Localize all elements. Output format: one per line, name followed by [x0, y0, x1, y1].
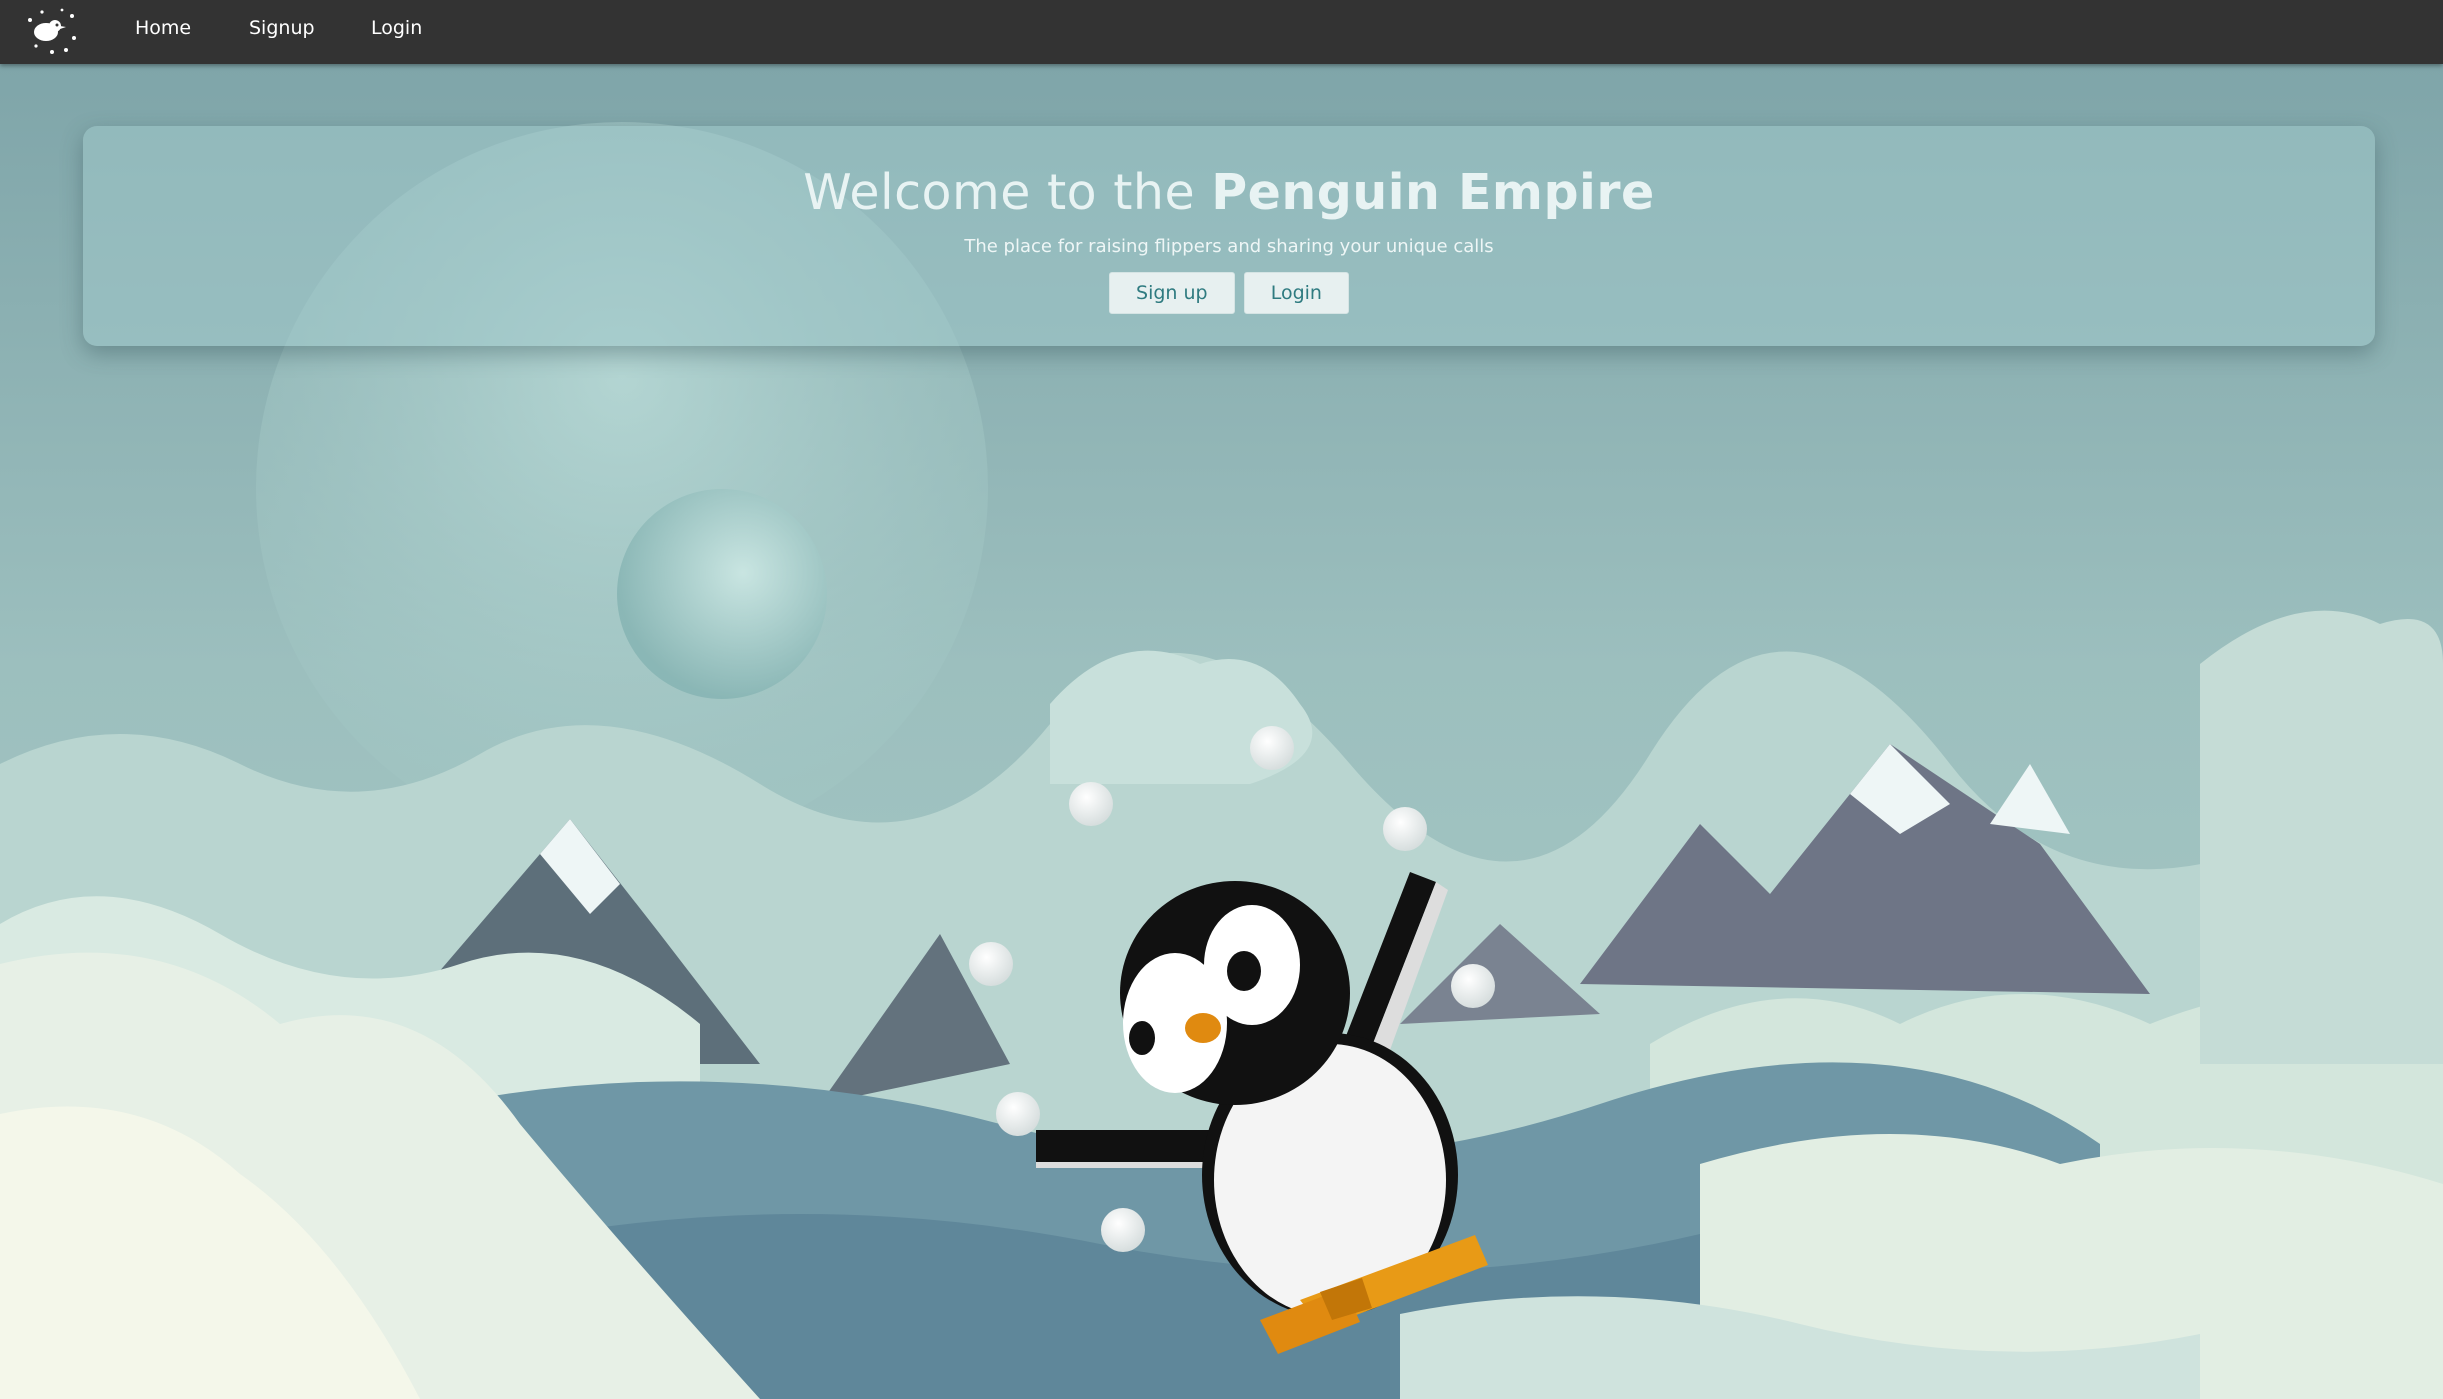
hero-button-group: Sign up Login [83, 272, 2375, 314]
title-brand: Penguin Empire [1211, 164, 1655, 221]
welcome-jumbotron: Welcome to the Penguin Empire The place … [83, 126, 2375, 346]
top-navbar: Home Signup Login [0, 0, 2443, 64]
snowball [969, 942, 1013, 986]
snowball [1069, 782, 1113, 826]
hero-subtitle: The place for raising flippers and shari… [964, 236, 1494, 257]
penguin-sparkle-logo-icon[interactable] [22, 6, 80, 58]
penguin-icon [1036, 872, 1488, 1354]
login-button[interactable]: Login [1243, 272, 1349, 314]
nav-signup-link[interactable]: Signup [249, 17, 315, 39]
nav-login-link[interactable]: Login [371, 17, 422, 39]
page-title: Welcome to the Penguin Empire [803, 164, 1655, 221]
signup-button[interactable]: Sign up [1109, 272, 1235, 314]
nav-home-link[interactable]: Home [135, 17, 191, 39]
snowball [1383, 807, 1427, 851]
snowball [1250, 726, 1294, 770]
